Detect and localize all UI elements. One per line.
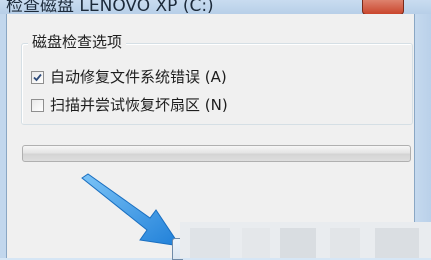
window-titlebar[interactable]: 检查磁盘 LENOVO XP (C:) [0,0,431,14]
auto-fix-option[interactable]: 自动修复文件系统错误 (A) [31,67,227,87]
auto-fix-checkbox[interactable] [31,70,44,84]
window-title: 检查磁盘 LENOVO XP (C:) [6,0,214,14]
checkmark-icon [33,73,42,81]
window-frame-left [0,14,7,258]
obscured-region [180,222,431,258]
scan-recover-checkbox[interactable] [31,98,44,112]
scan-recover-label: 扫描并尝试恢复坏扇区 (N) [50,96,228,114]
scan-recover-option[interactable]: 扫描并尝试恢复坏扇区 (N) [31,95,228,115]
progress-bar [22,145,411,162]
group-label: 磁盘检查选项 [28,32,127,52]
close-button[interactable] [362,0,404,14]
auto-fix-label: 自动修复文件系统错误 (A) [50,68,227,86]
